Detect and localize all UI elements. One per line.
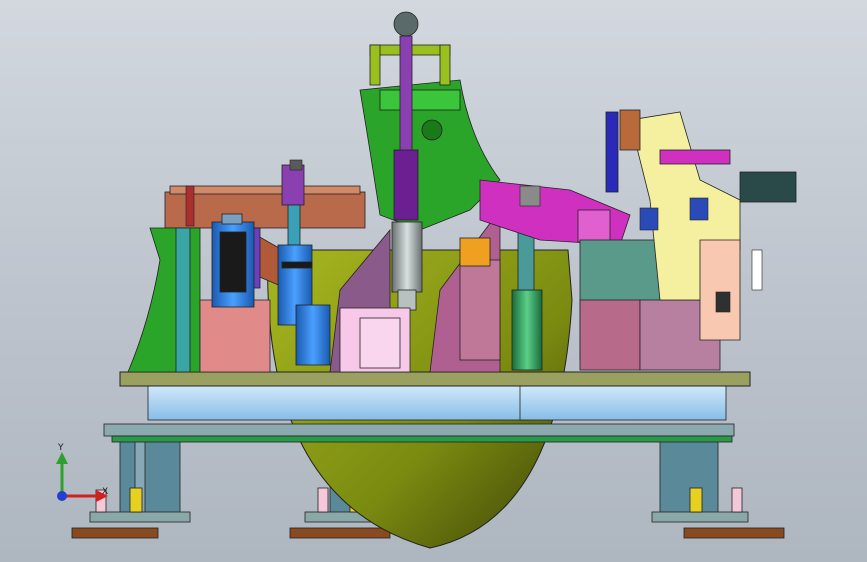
green-tower <box>359 11 501 231</box>
triad-x-label: X <box>102 487 108 497</box>
purple-column <box>391 35 423 311</box>
coordinate-triad: Y X <box>56 443 108 502</box>
triad-y-axis <box>56 452 68 496</box>
right-assembly <box>579 109 797 371</box>
triad-y-label: Y <box>57 443 64 453</box>
fixture-assembly-model[interactable] <box>0 0 867 562</box>
cad-viewport[interactable]: Y X <box>0 0 867 562</box>
triad-z-axis <box>57 491 67 501</box>
left-cylinder <box>211 213 255 308</box>
lower-rails <box>103 385 735 443</box>
main-base-plate <box>119 371 751 387</box>
